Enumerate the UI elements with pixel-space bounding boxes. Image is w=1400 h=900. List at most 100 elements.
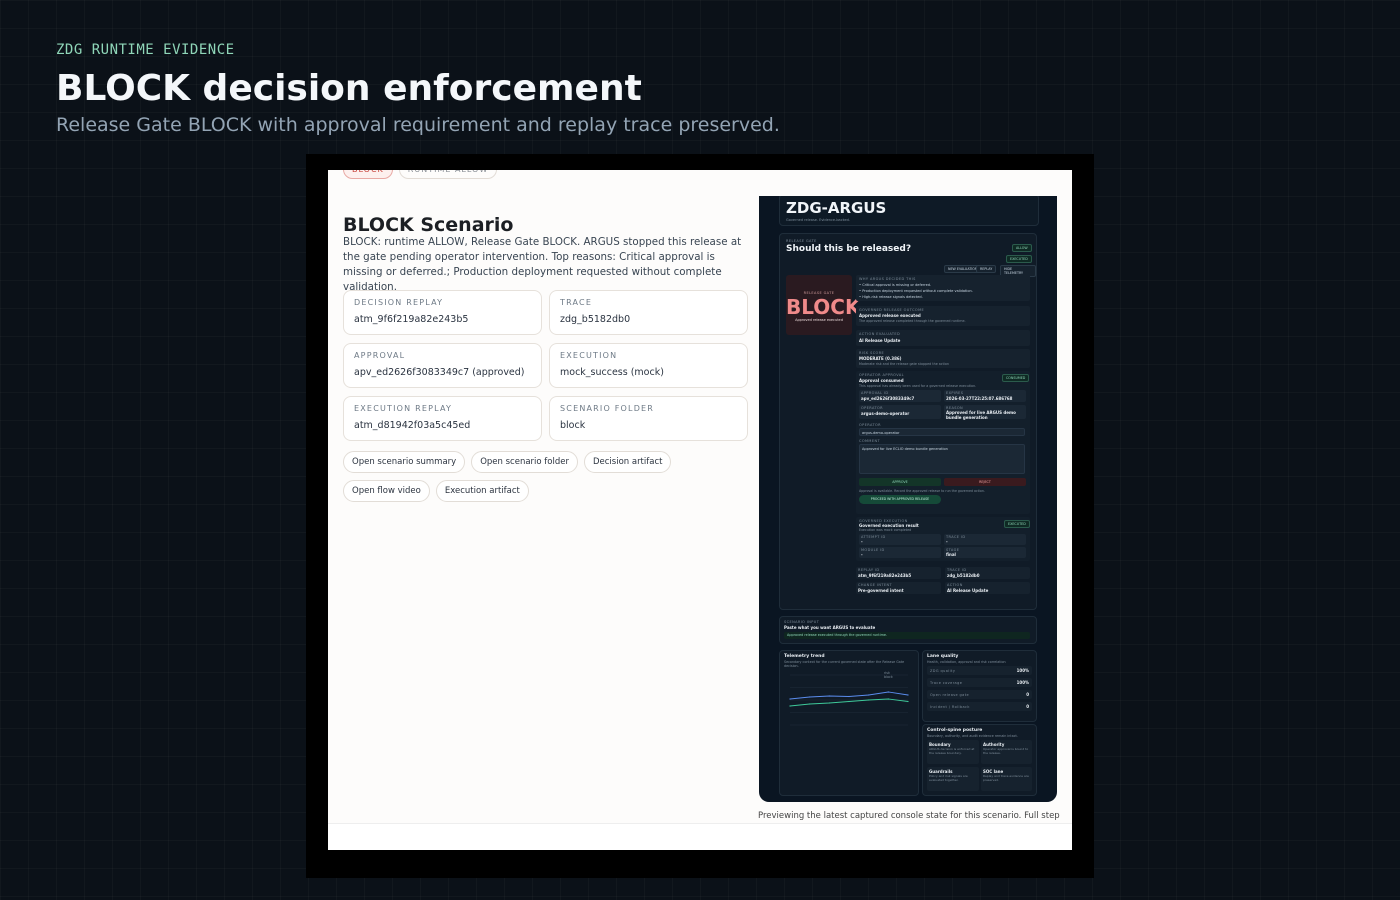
lane-row: Open release gate 0	[927, 690, 1032, 699]
card-value: atm_9f6f219a82e243b5	[354, 314, 469, 325]
data-point-block	[828, 702, 830, 704]
field-value: Approved for live ARGUS demo bundle gene…	[946, 410, 1016, 420]
executed-badge: EXECUTED	[1004, 520, 1030, 528]
spine-card-body: Policy and risk signals are evaluated to…	[929, 774, 968, 782]
data-point-risk	[828, 695, 830, 697]
replay-button[interactable]: REPLAY	[976, 265, 997, 273]
card-value: atm_d81942f03a5c45ed	[354, 420, 471, 431]
decision-replay-card: DECISION REPLAY atm_9f6f219a82e243b5	[343, 290, 542, 335]
telemetry-subtitle: Secondary context for the current govern…	[784, 660, 905, 668]
approval-card: APPROVAL apv_ed2626f3083349c7 (approved)	[343, 343, 542, 388]
lane-title: Lane quality	[927, 654, 959, 659]
execution-card: EXECUTION mock_success (mock)	[549, 343, 748, 388]
outcome-label: GOVERNED RELEASE OUTCOME	[859, 308, 925, 312]
field-value: -	[861, 539, 863, 544]
proceed-button[interactable]: PROCEED WITH APPROVED RELEASE	[859, 495, 941, 504]
exec-field: TRACE ID -	[944, 534, 1026, 545]
replay-field: REPLAY ID atm_9f6f219a82e243b5	[856, 567, 941, 579]
trace-card: TRACE zdg_b5182db0	[549, 290, 748, 335]
approve-button[interactable]: APPROVE	[859, 478, 941, 486]
reason-item: • Production deployment requested withou…	[859, 289, 973, 293]
field-value: -	[946, 539, 948, 544]
reasons-box: WHY ARGUS DECIDED THIS • Critical approv…	[856, 275, 1030, 301]
approval-panel: OPERATOR APPROVAL Approval consumed CONS…	[856, 371, 1030, 514]
lane-quality-panel: Lane quality Health, validation, approva…	[922, 650, 1037, 722]
field-label: EXPIRES	[946, 391, 964, 395]
replay-field: TRACE ID zdg_b5182db0	[945, 567, 1030, 579]
scenario-folder-card: SCENARIO FOLDER block	[549, 396, 748, 441]
prompt-input[interactable]: Approved release executed through the go…	[784, 632, 1030, 639]
scenario-screen: BLOCK RUNTIME ALLOW BLOCK Scenario BLOCK…	[328, 170, 1072, 850]
outcome-box: GOVERNED RELEASE OUTCOME Approved releas…	[856, 306, 1030, 326]
operator-input[interactable]: argus-demo-operator	[859, 428, 1025, 436]
screenshot-frame: BLOCK RUNTIME ALLOW BLOCK Scenario BLOCK…	[306, 154, 1094, 878]
page-subtitle: Release Gate BLOCK with approval require…	[56, 114, 780, 136]
card-value: apv_ed2626f3083349c7 (approved)	[354, 367, 525, 378]
execution-artifact-button[interactable]: Execution artifact	[435, 480, 529, 502]
prompt-title: Paste what you want ARGUS to evaluate	[784, 625, 876, 630]
data-point-block	[809, 703, 811, 705]
field-label: OPERATOR	[861, 406, 884, 410]
field-value: AI Release Update	[947, 588, 989, 593]
reason-text: Critical approval is missing or deferred…	[862, 283, 932, 287]
action-box: ACTION EVALUATED AI Release Update	[856, 330, 1030, 346]
open-scenario-summary-button[interactable]: Open scenario summary	[343, 451, 466, 473]
field-label: ACTION	[947, 583, 963, 587]
consumed-badge: CONSUMED	[1002, 374, 1030, 382]
exec-field: STAGE final	[944, 547, 1026, 558]
reasons-label: WHY ARGUS DECIDED THIS	[859, 277, 916, 281]
decision-artifact-button[interactable]: Decision artifact	[583, 451, 672, 473]
lane-row: Incident / Rollback 0	[927, 702, 1032, 711]
legend: risk block	[884, 671, 893, 679]
reason-item: • High-risk release signals detected.	[859, 295, 923, 299]
scenario-title: BLOCK Scenario	[343, 214, 514, 236]
card-label: TRACE	[560, 298, 593, 307]
status-chips: BLOCK RUNTIME ALLOW	[343, 170, 498, 179]
verdict-card: RELEASE GATE BLOCK Approved release exec…	[786, 275, 861, 335]
open-flow-video-button[interactable]: Open flow video	[343, 480, 430, 502]
field-label: CHANGE INTENT	[858, 583, 893, 587]
field-label: REPLAY ID	[858, 568, 880, 572]
data-point-block	[789, 705, 791, 707]
spine-card: Boundary ARGUS decision is enforced at th…	[927, 740, 979, 764]
replay-field: CHANGE INTENT Pre-governed intent	[856, 582, 941, 594]
exec-note: Execution was mock completed	[859, 528, 912, 532]
data-point-risk	[789, 698, 791, 700]
field-value: final	[946, 552, 956, 557]
spine-subtitle: Boundary, authority, and audit evidence …	[927, 734, 1018, 738]
lane-label: ZDG quality	[930, 669, 956, 673]
series-line-risk	[789, 691, 909, 700]
telemetry-chart	[789, 674, 909, 726]
verdict-value: BLOCK	[786, 295, 861, 319]
approval-field: APPROVAL ID apv_ed2626f3083349c7	[859, 390, 941, 402]
risk-value: MODERATE (0.386)	[859, 356, 902, 361]
lane-value: 0	[1026, 692, 1029, 697]
question-label: RELEASE GATE	[786, 239, 817, 243]
lane-value: 0	[1026, 704, 1029, 709]
spine-title: Control-spine posture	[927, 728, 983, 733]
exec-field: MODULE ID -	[859, 547, 941, 558]
screen-footer	[328, 823, 1072, 850]
console-preview: ZDG-ARGUS Governed release. Evidence-bac…	[759, 196, 1057, 802]
field-label: APPROVAL ID	[861, 391, 889, 395]
scenario-prompt-panel: SCENARIO INPUT Paste what you want ARGUS…	[779, 616, 1037, 644]
card-value: block	[560, 420, 586, 431]
lane-subtitle: Health, validation, approval and risk co…	[927, 660, 1006, 664]
reject-button[interactable]: REJECT	[944, 478, 1026, 486]
field-value: 2026-03-27T22:25:07.686768	[946, 396, 1013, 401]
action-value: AI Release Update	[859, 338, 901, 343]
telemetry-panel: Telemetry trend Secondary context for th…	[779, 650, 919, 796]
lane-label: Trace coverage	[930, 681, 963, 685]
approval-note: This approval has already been used for …	[859, 384, 977, 388]
field-value: Pre-governed intent	[858, 588, 904, 593]
reason-text: High-risk release signals detected.	[862, 295, 923, 299]
page-title: BLOCK decision enforcement	[56, 68, 642, 109]
field-value: atm_9f6f219a82e243b5	[858, 573, 912, 578]
lane-label: Open release gate	[930, 693, 970, 697]
open-scenario-folder-button[interactable]: Open scenario folder	[471, 451, 578, 473]
field-label: ATTEMPT ID	[861, 535, 886, 539]
field-value: -	[861, 552, 863, 557]
approval-field: OPERATOR argus-demo-operator	[859, 405, 941, 419]
field-value: zdg_b5182db0	[947, 573, 980, 578]
comment-textarea[interactable]: Approved for live ECLIO demo bundle gene…	[859, 444, 1025, 474]
